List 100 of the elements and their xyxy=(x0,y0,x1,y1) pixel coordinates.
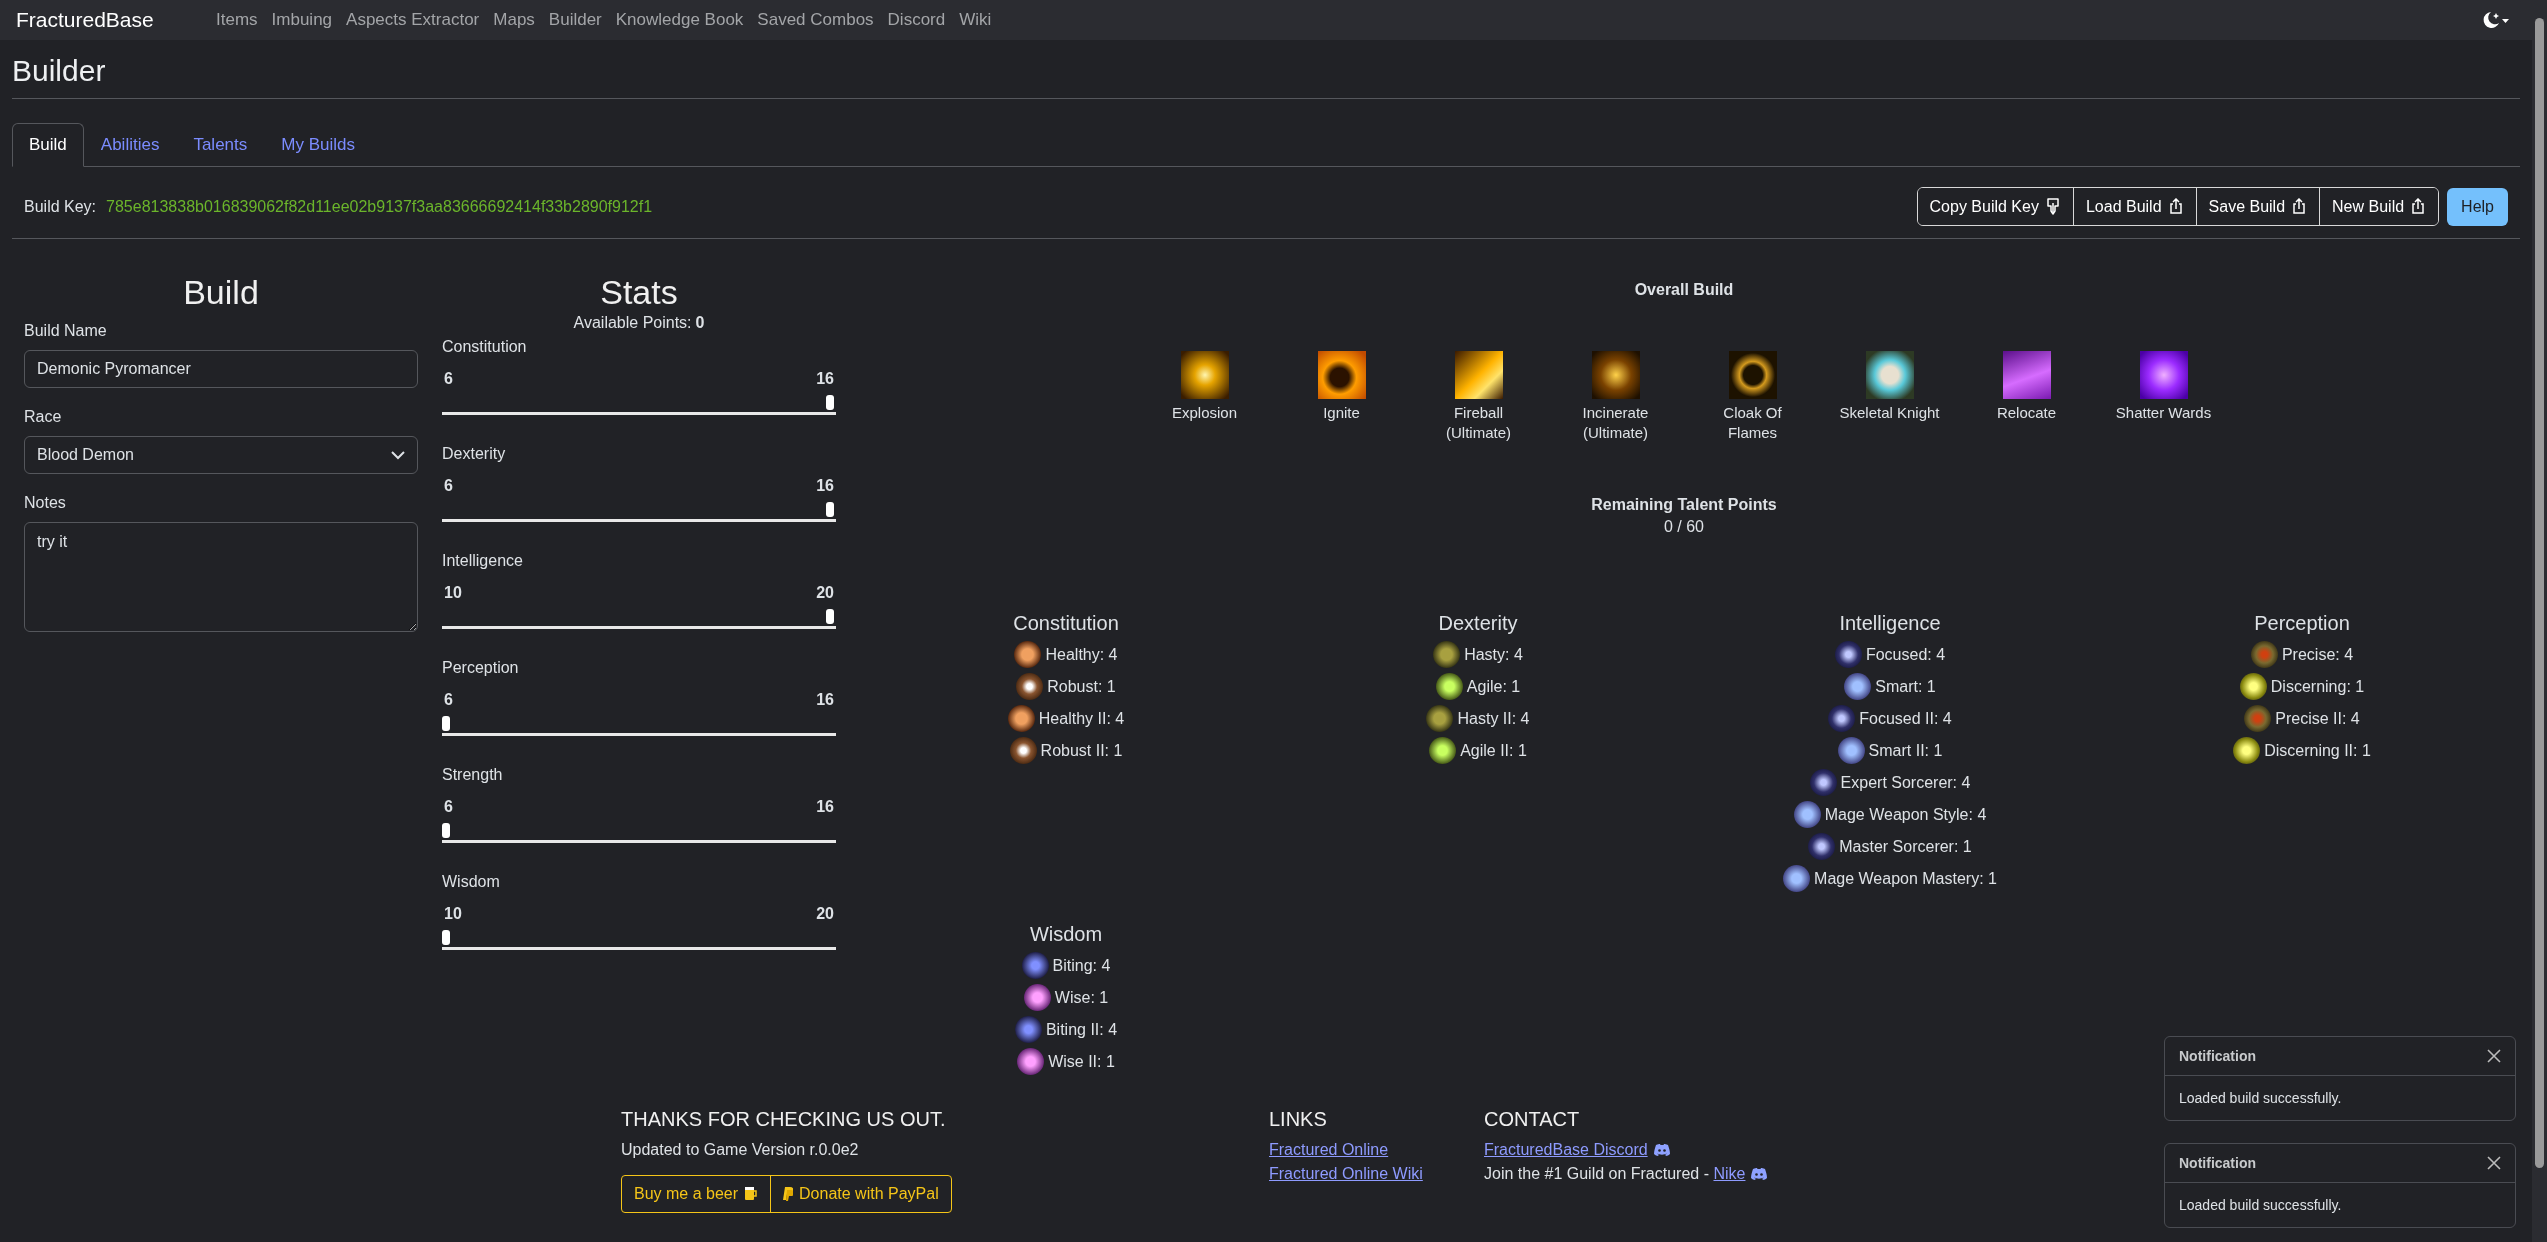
talent-icon xyxy=(1016,673,1044,700)
help-button[interactable]: Help xyxy=(2447,187,2508,226)
discord-link[interactable]: FracturedBase Discord xyxy=(1484,1140,1648,1159)
nav-link[interactable]: Maps xyxy=(493,10,535,30)
guild-link[interactable]: Nike xyxy=(1713,1164,1746,1182)
talent-icon xyxy=(1793,801,1821,828)
tab[interactable]: Abilities xyxy=(83,123,177,167)
nav-link[interactable]: Builder xyxy=(548,10,602,30)
brand-link[interactable]: FracturedBase xyxy=(16,8,216,32)
slider-thumb[interactable] xyxy=(826,395,834,410)
scrollbar-thumb[interactable] xyxy=(2535,18,2544,1168)
footer-link[interactable]: Fractured Online Wiki xyxy=(1269,1164,1423,1183)
notification-message: Loaded build successfully. xyxy=(2178,1089,2343,1108)
slider-track[interactable] xyxy=(442,501,836,522)
talent-icon xyxy=(1828,705,1856,732)
talent-icon xyxy=(1023,984,1051,1011)
max-value: 16 xyxy=(816,370,834,388)
build-key-value: 785e813838b016839062f82d11ee02b9137f3aa83666692414f33b2890f912f1 xyxy=(106,197,653,216)
notification-title: Notification xyxy=(2179,1048,2256,1064)
nav-link[interactable]: Knowledge Book xyxy=(615,10,744,30)
slider-thumb[interactable] xyxy=(442,930,450,945)
tab[interactable]: Build xyxy=(12,123,84,167)
ability-icon[interactable] xyxy=(1865,351,1914,399)
section-title: Build xyxy=(182,273,260,312)
footer-link[interactable]: Fractured Online xyxy=(1269,1140,1389,1159)
min-value: 10 xyxy=(444,584,462,602)
section-title: Stats xyxy=(599,273,679,312)
talent-name: Biting: 4 xyxy=(1052,956,1111,975)
ability-icon[interactable] xyxy=(1591,351,1640,399)
notes-field[interactable]: try it xyxy=(24,522,418,632)
ability-icon[interactable] xyxy=(1317,351,1366,399)
nav-link[interactable]: Wiki xyxy=(959,10,992,30)
nav-link[interactable]: Discord xyxy=(887,10,946,30)
talent-name: Wise II: 1 xyxy=(1048,1052,1115,1071)
talent-group-title: Intelligence xyxy=(1839,611,1941,635)
tab[interactable]: My Builds xyxy=(264,123,372,167)
ability-icon[interactable] xyxy=(1180,351,1229,399)
guild-text: Join the #1 Guild on Fractured - Nike xyxy=(1484,1164,1746,1183)
talent-icon xyxy=(1426,705,1454,732)
talent-name: Healthy: 4 xyxy=(1045,645,1118,664)
talent-group-title: Dexterity xyxy=(1438,611,1518,635)
available-points-value: 0 xyxy=(695,314,705,331)
slider-thumb[interactable] xyxy=(826,609,834,624)
beer-mug-icon xyxy=(744,1186,759,1201)
talent-name: Discerning II: 1 xyxy=(2264,741,2371,760)
talent-name: Robust II: 1 xyxy=(1040,741,1123,760)
talent-icon xyxy=(1007,705,1035,732)
ability-name: Incinerate (Ultimate) xyxy=(1582,403,1649,444)
nav-link[interactable]: Items xyxy=(216,10,258,30)
talent-name: Smart II: 1 xyxy=(1868,741,1943,760)
slider-thumb[interactable] xyxy=(442,823,450,838)
ability-name: Skeletal Knight xyxy=(1839,403,1940,423)
talent-icon xyxy=(1834,641,1862,668)
slider-thumb[interactable] xyxy=(826,502,834,517)
slider-thumb[interactable] xyxy=(442,716,450,731)
slider-track[interactable] xyxy=(442,608,836,629)
tab[interactable]: Talents xyxy=(176,123,265,167)
nav-link[interactable]: Aspects Extractor xyxy=(346,10,480,30)
ability-icon[interactable] xyxy=(1454,351,1503,399)
talent-icon xyxy=(1809,769,1837,796)
stat-label: Strength xyxy=(442,766,504,784)
upload-icon xyxy=(2167,198,2184,215)
ability-icon[interactable] xyxy=(2002,351,2051,399)
max-value: 16 xyxy=(816,691,834,709)
slider-track[interactable] xyxy=(442,394,836,415)
support-button[interactable]: Donate with PayPal xyxy=(770,1175,951,1212)
ability-name: Shatter Wards xyxy=(2115,403,2212,423)
slider-track[interactable] xyxy=(442,822,836,843)
max-value: 16 xyxy=(816,477,834,495)
talent-icon xyxy=(1014,641,1042,668)
talent-icon xyxy=(1009,737,1037,764)
talent-name: Mage Weapon Style: 4 xyxy=(1824,805,1987,824)
close-button[interactable] xyxy=(2487,1156,2501,1170)
scrollbar[interactable] xyxy=(2532,0,2547,1242)
talent-icon xyxy=(1014,1016,1042,1043)
stat-label: Intelligence xyxy=(442,552,524,570)
close-button[interactable] xyxy=(2487,1049,2501,1063)
ability-name: Explosion xyxy=(1171,403,1237,423)
ability-icon[interactable] xyxy=(2139,351,2188,399)
support-button[interactable]: Buy me a beer xyxy=(622,1175,771,1212)
slider-track[interactable] xyxy=(442,929,836,950)
talent-name: Discerning: 1 xyxy=(2270,677,2365,696)
talent-icon xyxy=(1783,865,1811,892)
talent-icon xyxy=(2250,641,2278,668)
nav-link[interactable]: Saved Combos xyxy=(757,10,874,30)
slider-track[interactable] xyxy=(442,715,836,736)
talent-name: Biting II: 4 xyxy=(1045,1020,1118,1039)
upload-icon xyxy=(2291,198,2308,215)
overall-build-title: Overall Build xyxy=(1634,281,1734,299)
discord-icon xyxy=(1751,1166,1768,1181)
max-value: 16 xyxy=(816,798,834,816)
ability-icon[interactable] xyxy=(1728,351,1777,399)
action-button[interactable]: New Build xyxy=(2319,188,2439,225)
text-field[interactable]: Demonic Pyromancer xyxy=(24,350,418,388)
footer-heading: LINKS xyxy=(1269,1107,1327,1131)
chevron-down-icon xyxy=(391,450,405,460)
talent-icon xyxy=(2233,737,2261,764)
talent-name: Focused: 4 xyxy=(1865,645,1946,664)
nav-link[interactable]: Imbuing xyxy=(271,10,333,30)
dropdown-field[interactable]: Blood Demon xyxy=(24,436,418,474)
